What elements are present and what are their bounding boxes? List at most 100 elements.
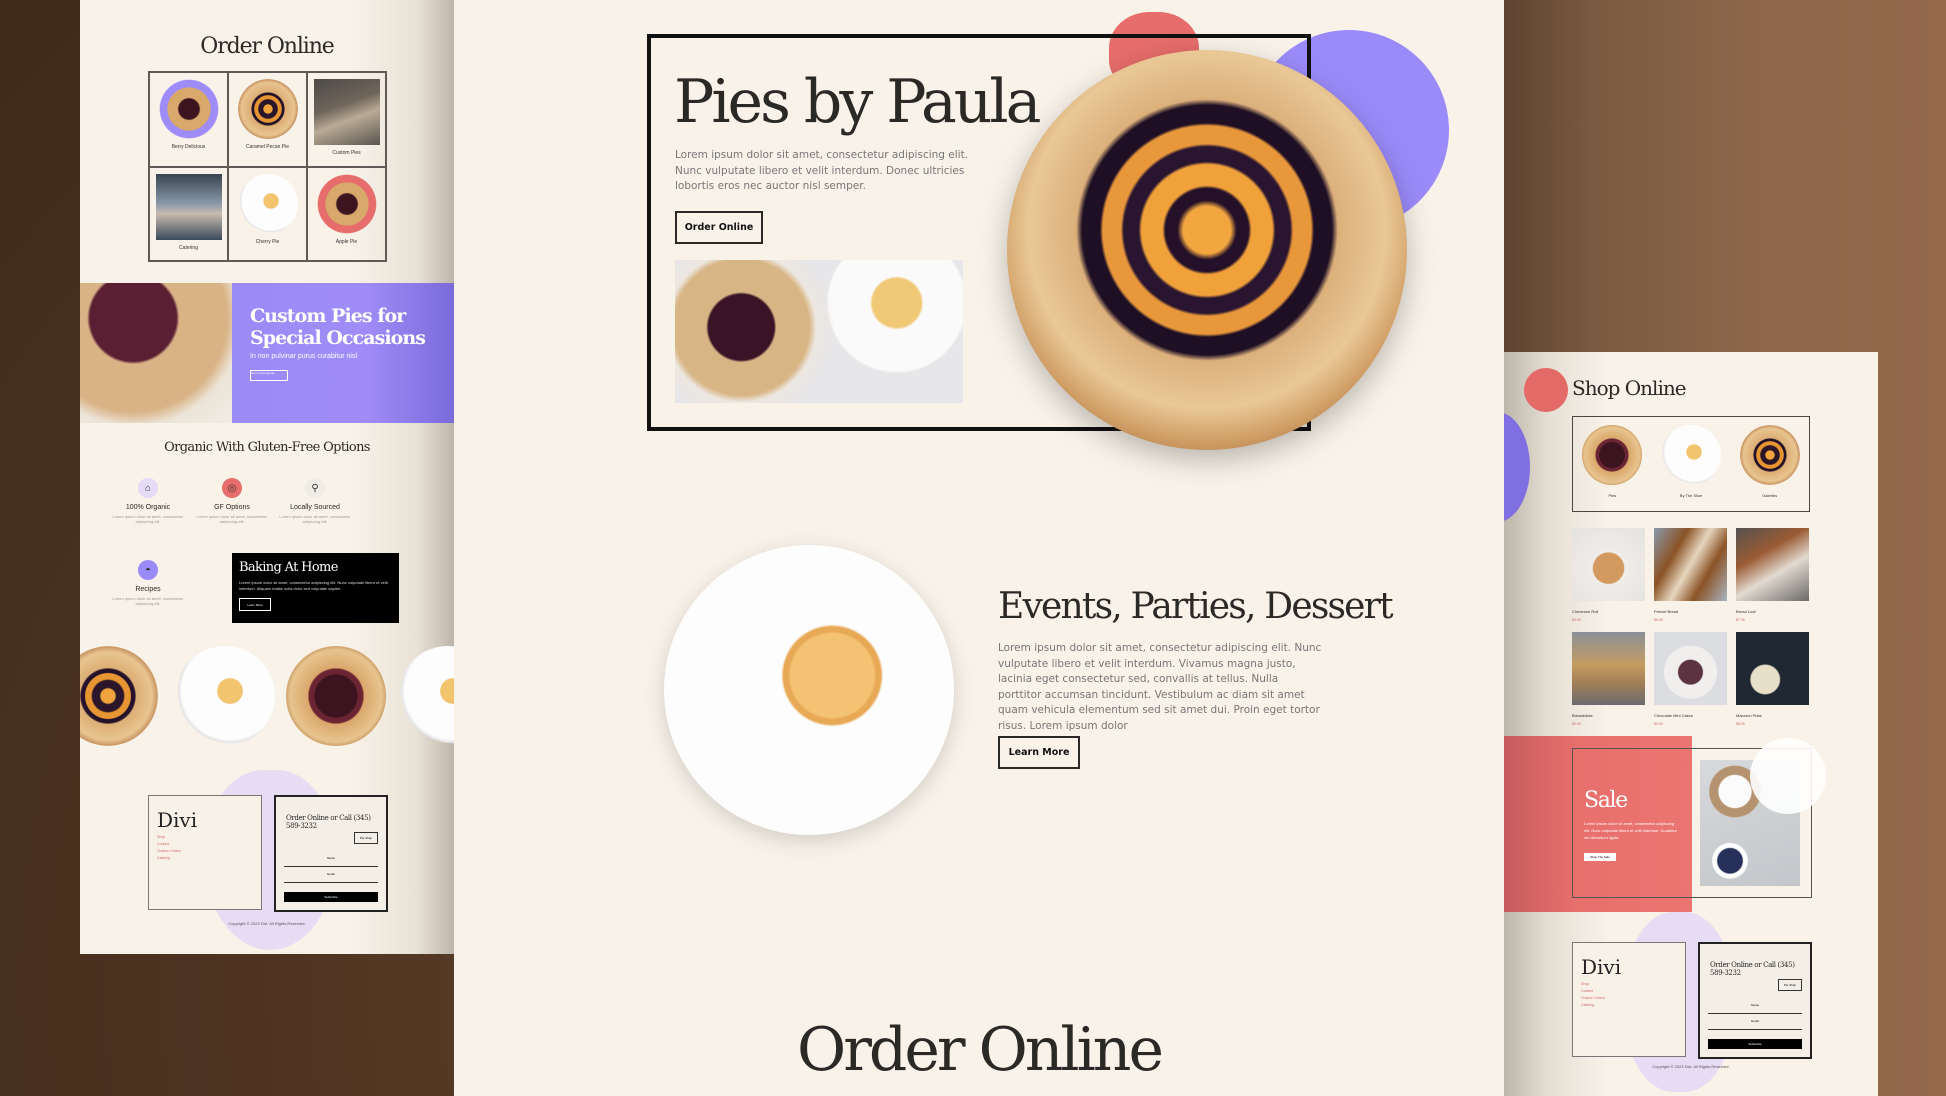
product-price: $3.99 — [1654, 722, 1663, 726]
order-online-title: Order Online — [200, 34, 335, 59]
category-image — [1660, 425, 1721, 485]
grid-item-cherry-pie[interactable]: Cherry Pie — [228, 166, 307, 261]
product-price: $7.99 — [1736, 618, 1745, 622]
pie-slice-plate-photo — [664, 545, 954, 835]
copyright-text: Copyright © 2023 Divi. All Rights Reserv… — [1652, 1064, 1730, 1069]
footer-link-contact[interactable]: Contact — [157, 842, 261, 846]
category-image — [1582, 425, 1643, 485]
pie-shop-button[interactable]: Pie Shop — [354, 832, 378, 844]
feature-desc: Lorem ipsum dolor sit amet, consectetur … — [279, 514, 351, 524]
category-pies[interactable]: Pies — [1582, 425, 1643, 511]
divi-logo: Divi — [157, 808, 198, 832]
footer-link-contact[interactable]: Contact — [1581, 989, 1685, 993]
title-line-2: Special Occasions — [250, 327, 426, 349]
organic-title: Organic With Gluten-Free Options — [164, 440, 370, 455]
footer-link-catering[interactable]: Catering — [157, 856, 261, 860]
white-scallop-shape — [1750, 738, 1826, 814]
recipe-bowl-icon: ◓ — [138, 560, 158, 580]
product-photo — [1654, 632, 1727, 705]
feature-organic: ⌂ 100% Organic Lorem ipsum dolor sit ame… — [103, 478, 193, 524]
product-name: Pretzel Bread — [1654, 609, 1679, 614]
footer-link-shop[interactable]: Shop — [1581, 982, 1685, 986]
peach-pie-image — [237, 79, 298, 139]
order-call-heading: Order Online or Call (345) 589-3232 — [1710, 961, 1795, 977]
copyright-text: Copyright © 2023 Divi. All Rights Reserv… — [228, 921, 306, 926]
grid-item-catering[interactable]: Catering — [149, 166, 228, 261]
product-price: $6.99 — [1654, 618, 1663, 622]
product-card[interactable]: Chocolate Mini Cakes $3.99 — [1654, 632, 1727, 726]
hero-title: Pies by Paula — [674, 67, 1041, 137]
category-by-the-slice[interactable]: By The Slice — [1660, 425, 1721, 511]
product-name: Bread Loaf — [1736, 609, 1756, 614]
feature-desc: Lorem ipsum dolor sit amet, consectetur … — [112, 596, 184, 606]
feature-desc: Lorem ipsum dolor sit amet, consectetur … — [112, 514, 184, 524]
custom-pies-title: Custom Pies for Special Occasions — [250, 305, 454, 349]
events-title: Events, Parties, Dessert — [998, 586, 1394, 627]
email-field[interactable]: Email — [284, 872, 378, 883]
footer-divi-card: Divi Shop Contact Custom Orders Catering — [148, 795, 262, 910]
email-field[interactable]: Email — [1708, 1019, 1802, 1030]
product-card[interactable]: Cinnamon Roll $4.99 — [1572, 528, 1645, 622]
baking-desc: Lorem ipsum dolor sit amet, consectetur … — [239, 580, 388, 591]
name-field[interactable]: Name — [284, 856, 378, 867]
footer-link-custom-orders[interactable]: Custom Orders — [1581, 996, 1685, 1000]
footer-link-custom-orders[interactable]: Custom Orders — [157, 849, 261, 853]
product-card[interactable]: Breadsticks $5.99 — [1572, 632, 1645, 726]
custom-pies-banner: Custom Pies for Special Occasions In non… — [80, 283, 454, 423]
footer-link-catering[interactable]: Catering — [1581, 1003, 1685, 1007]
grid-item-caramel-pecan[interactable]: Caramel Pecan Pie — [228, 72, 307, 167]
baking-learn-more-button[interactable]: Learn More — [239, 598, 271, 611]
grid-item-label: Cherry Pie — [255, 238, 280, 245]
berry-pie-coral-image — [316, 173, 377, 234]
pie-carousel-peach — [80, 646, 158, 746]
grid-item-label: Caramel Pecan Pie — [245, 144, 290, 150]
purple-blob-shape — [1504, 412, 1530, 522]
grid-item-label: Berry Delicious — [171, 144, 206, 150]
feature-local: ⚲ Locally Sourced Lorem ipsum dolor sit … — [270, 478, 360, 524]
baking-at-home-card: Baking At Home Lorem ipsum dolor sit ame… — [232, 553, 399, 623]
product-card[interactable]: Macaron Plate $8.99 — [1736, 632, 1809, 726]
product-photo — [1572, 528, 1645, 601]
product-photo — [1654, 528, 1727, 601]
feature-title: Locally Sourced — [290, 504, 340, 511]
category-label: Galettes — [1762, 493, 1778, 498]
pie-shop-button[interactable]: Pie Shop — [1778, 979, 1802, 991]
grid-item-label: Custom Pies — [332, 150, 361, 156]
footer-link-shop[interactable]: Shop — [157, 835, 261, 839]
events-learn-more-button[interactable]: Learn More — [998, 736, 1080, 769]
grid-item-apple-pie[interactable]: Apple Pie — [307, 166, 386, 261]
feature-title: 100% Organic — [125, 504, 171, 511]
product-card[interactable]: Bread Loaf $7.99 — [1736, 528, 1809, 622]
product-price: $8.99 — [1736, 722, 1745, 726]
grid-item-custom-pies[interactable]: Custom Pies — [307, 72, 386, 167]
order-online-button[interactable]: Order Online — [675, 211, 763, 244]
coral-badge-shape — [1524, 368, 1568, 412]
cake-stand-icon: ⌂ — [138, 478, 158, 498]
category-image — [1739, 425, 1800, 485]
category-galettes[interactable]: Galettes — [1739, 425, 1800, 511]
name-field[interactable]: Name — [1708, 1003, 1802, 1014]
berry-galette-photo — [80, 283, 232, 423]
subscribe-button[interactable]: Subscribe — [1708, 1039, 1802, 1049]
divi-logo: Divi — [1581, 955, 1622, 979]
pie-slice-image — [237, 173, 298, 234]
custom-pies-subtitle: In non pulvinar purus curabitur nisl — [250, 353, 358, 360]
product-grid: Berry Delicious Caramel Pecan Pie Custom… — [148, 71, 387, 262]
grid-item-berry-delicious[interactable]: Berry Delicious — [149, 72, 228, 167]
berry-pie-image — [158, 79, 219, 139]
feature-recipes: ◓ Recipes Lorem ipsum dolor sit amet, co… — [103, 560, 193, 606]
left-page-preview: Order Online Berry Delicious Caramel Pec… — [80, 0, 454, 954]
feature-title: GF Options — [214, 504, 250, 511]
hero-peach-galette — [1007, 50, 1407, 450]
free-quote-button[interactable]: Get A Free Quote — [250, 370, 288, 381]
hero-desc: Lorem ipsum dolor sit amet, consectetur … — [675, 149, 969, 192]
subscribe-button[interactable]: Subscribe — [284, 892, 378, 902]
right-page-preview: Shop Online Pies By The Slice Galettes C… — [1504, 352, 1878, 1096]
product-price: $4.99 — [1572, 618, 1581, 622]
category-label: By The Slice — [1679, 493, 1703, 498]
product-card[interactable]: Pretzel Bread $6.99 — [1654, 528, 1727, 622]
baking-title: Baking At Home — [239, 560, 338, 575]
order-online-section-title: Order Online — [797, 1015, 1164, 1085]
hero-photo-berry-galette — [675, 260, 963, 403]
shop-online-title: Shop Online — [1572, 376, 1687, 400]
